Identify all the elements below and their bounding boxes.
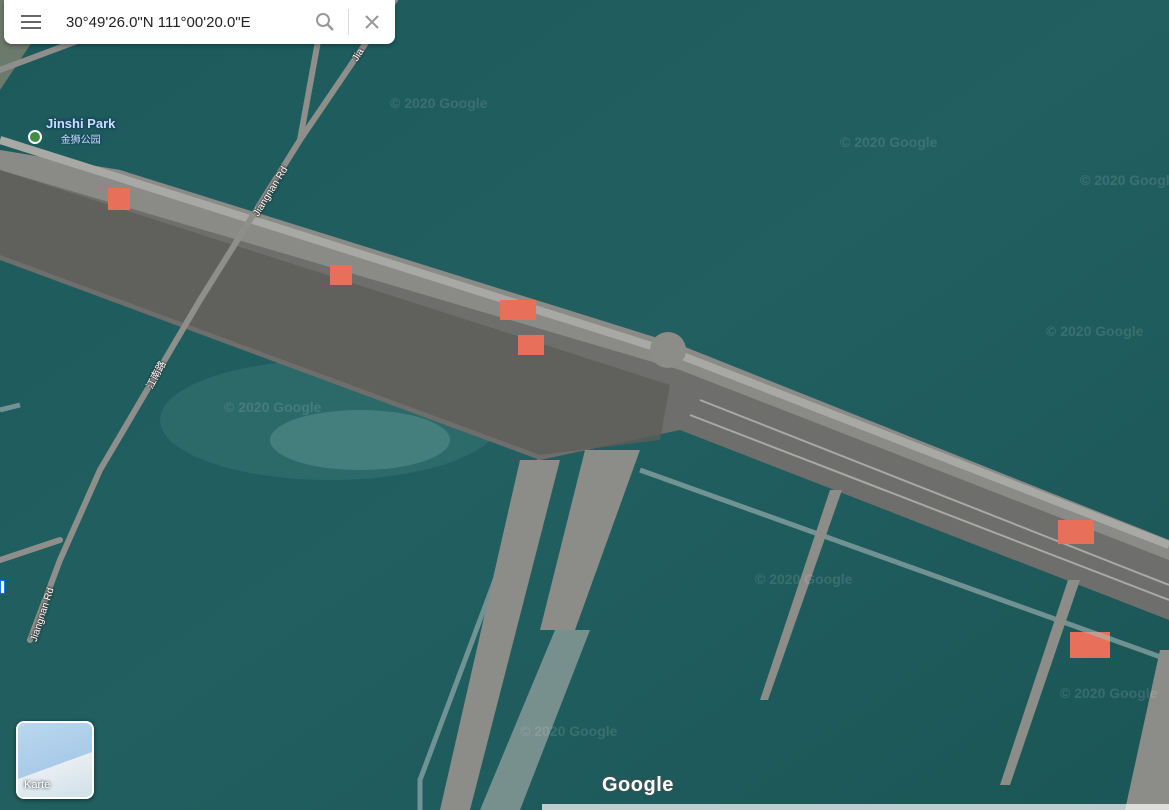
map-imagery xyxy=(0,0,1169,810)
close-icon xyxy=(365,15,379,29)
map-watermark: © 2020 Google xyxy=(224,399,322,415)
menu-button[interactable] xyxy=(4,0,58,44)
search-input[interactable] xyxy=(58,2,302,42)
attribution-bar xyxy=(542,804,1169,810)
poi-subname: 金狮公园 xyxy=(60,135,101,146)
map-watermark: © 2020 Google xyxy=(1046,323,1144,339)
search-box xyxy=(4,0,395,44)
menu-icon xyxy=(21,15,41,29)
search-icon xyxy=(316,13,334,31)
map-watermark: © 2020 Google xyxy=(755,571,853,587)
satellite-map[interactable] xyxy=(0,0,1169,810)
clear-button[interactable] xyxy=(349,0,395,44)
layer-label: Karte xyxy=(24,779,51,791)
map-watermark: © 2020 Google xyxy=(390,95,488,111)
map-watermark: © 2020 Google xyxy=(1060,685,1158,701)
layer-toggle-button[interactable]: Karte xyxy=(16,721,94,799)
map-watermark: © 2020 Google xyxy=(1080,172,1169,188)
google-logo: Google xyxy=(602,774,674,796)
poi-name: Jinshi Park xyxy=(46,116,116,131)
search-button[interactable] xyxy=(302,0,348,44)
map-watermark: © 2020 Google xyxy=(840,134,938,150)
park-icon xyxy=(28,130,42,144)
poi-jinshi-park[interactable]: Jinshi Park 金狮公园 xyxy=(28,116,115,146)
map-watermark: © 2020 Google xyxy=(520,723,618,739)
location-marker[interactable] xyxy=(0,580,5,594)
